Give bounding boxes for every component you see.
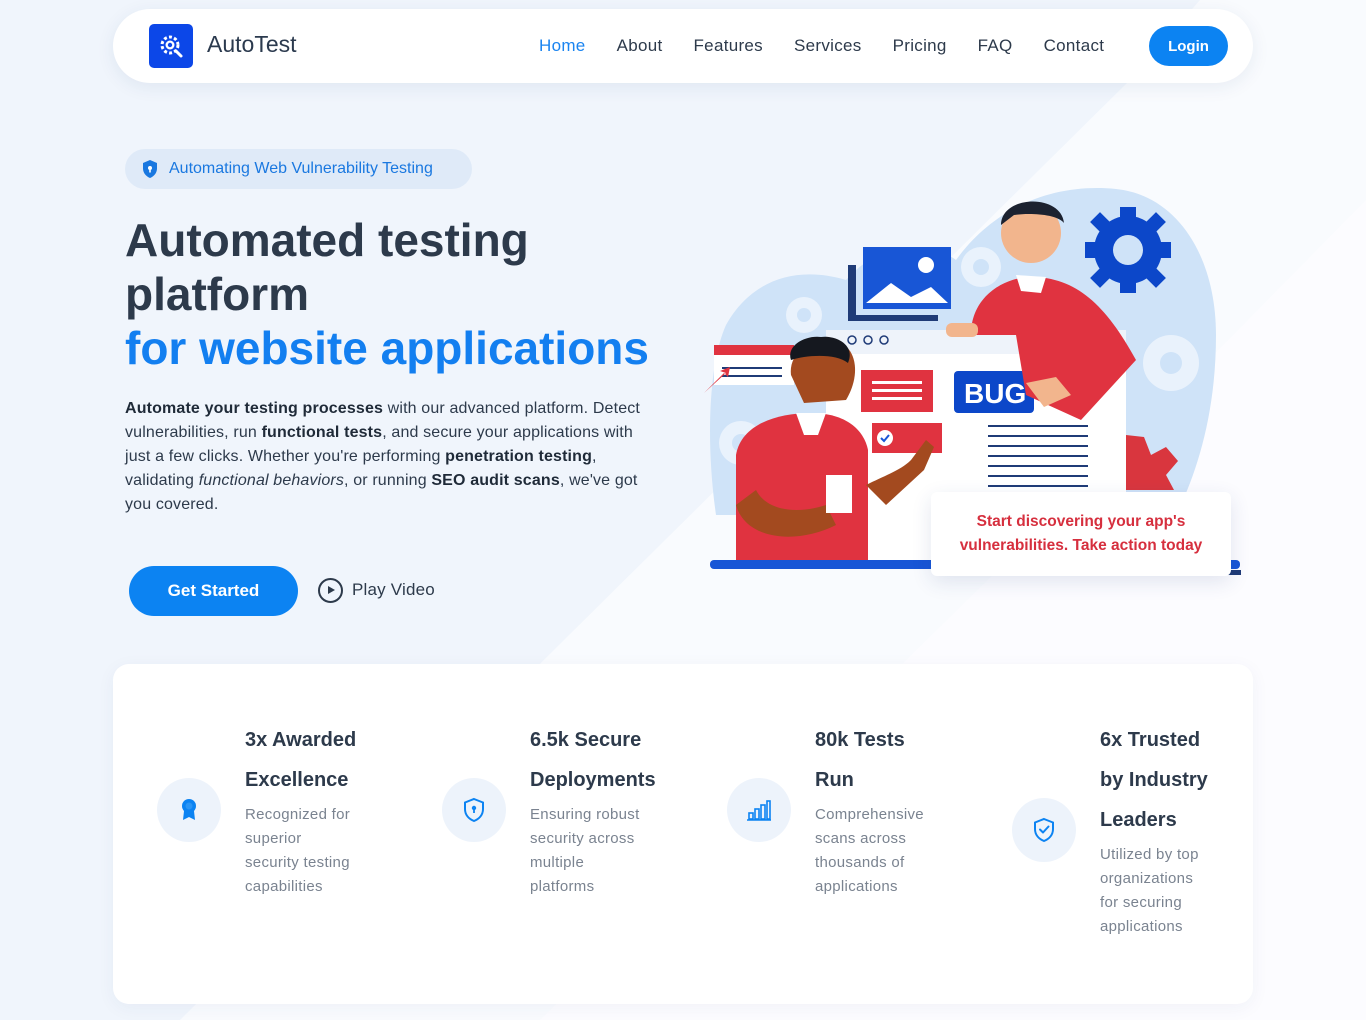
login-button[interactable]: Login	[1149, 26, 1228, 66]
desc-bold-2: functional tests	[261, 424, 383, 441]
play-video-label: Play Video	[352, 580, 435, 599]
stat-desc-line: applications	[1100, 918, 1183, 935]
callout-text: Start discovering your app's vulnerabili…	[959, 513, 1203, 554]
stat-desc-line: organizations	[1100, 870, 1194, 887]
brand-name[interactable]: AutoTest	[207, 31, 297, 58]
stat-desc-line: thousands of	[815, 854, 905, 871]
stat-desc-line: Comprehensive	[815, 806, 924, 823]
stat-title-line: Leaders	[1100, 809, 1177, 831]
nav-link-faq[interactable]: FAQ	[978, 36, 1013, 56]
stat-desc-line: security testing	[245, 854, 350, 871]
stat-desc-line: multiple	[530, 854, 585, 871]
desc-bold-5: SEO audit scans	[431, 472, 560, 489]
nav-link-features[interactable]: Features	[694, 36, 764, 56]
navbar: AutoTest Home About Features Services Pr…	[113, 9, 1253, 83]
stat-title: 3x Awarded Excellence	[245, 720, 445, 800]
play-video-button[interactable]: Play Video	[318, 577, 435, 603]
stat-desc-line: superior	[245, 830, 302, 847]
shield-check-icon	[1012, 798, 1076, 862]
get-started-button[interactable]: Get Started	[129, 566, 298, 616]
nav-link-about[interactable]: About	[617, 36, 663, 56]
hero-title-line1: Automated testing	[125, 214, 529, 266]
stat-title-line: Excellence	[245, 769, 349, 791]
hero-badge: Automating Web Vulnerability Testing	[125, 149, 472, 189]
desc-bold-3: penetration testing	[445, 448, 592, 465]
stat-desc: Ensuring robust security across multiple…	[530, 803, 690, 899]
hero-title-line3: for website applications	[125, 322, 649, 374]
desc-text-4: , or running	[344, 472, 432, 489]
nav-link-contact[interactable]: Contact	[1044, 36, 1105, 56]
hero-title: Automated testing platform for website a…	[125, 213, 685, 375]
stat-desc: Comprehensive scans across thousands of …	[815, 803, 975, 899]
stat-desc: Utilized by top organizations for securi…	[1100, 843, 1260, 939]
stat-desc-line: security across	[530, 830, 635, 847]
callout-card: Start discovering your app's vulnerabili…	[931, 492, 1231, 576]
badge-label: Automating Web Vulnerability Testing	[169, 160, 433, 177]
stat-title-line: Run	[815, 769, 854, 791]
bug-label: BUG	[964, 378, 1026, 409]
desc-italic-4: functional behaviors	[198, 472, 345, 489]
nav-link-services[interactable]: Services	[794, 36, 862, 56]
stat-desc-line: scans across	[815, 830, 907, 847]
stat-desc-line: Utilized by top	[1100, 846, 1199, 863]
nav-link-home[interactable]: Home	[539, 36, 586, 56]
bar-chart-icon	[727, 778, 791, 842]
stat-title-line: 6x Trusted	[1100, 729, 1201, 751]
hero-title-line2: platform	[125, 268, 309, 320]
stat-title-line: by Industry	[1100, 769, 1208, 791]
stat-title: 6x Trusted by Industry Leaders	[1100, 720, 1300, 840]
stat-title-line: 3x Awarded	[245, 729, 357, 751]
stat-desc-line: Recognized for	[245, 806, 351, 823]
hero-description: Automate your testing processes with our…	[125, 397, 660, 517]
stat-desc-line: for securing	[1100, 894, 1182, 911]
stat-desc-line: platforms	[530, 878, 595, 895]
play-icon	[318, 577, 343, 603]
stats-card: 3x Awarded Excellence Recognized for sup…	[113, 664, 1253, 1004]
stat-title-line: 80k Tests	[815, 729, 905, 751]
stat-desc: Recognized for superior security testing…	[245, 803, 405, 899]
desc-bold-1: Automate your testing processes	[125, 400, 384, 417]
nav-link-pricing[interactable]: Pricing	[893, 36, 947, 56]
gear-search-icon	[160, 35, 183, 58]
stat-title-line: 6.5k Secure	[530, 729, 642, 751]
stat-title: 80k Tests Run	[815, 720, 1015, 800]
nav-links: Home About Features Services Pricing FAQ…	[539, 9, 1135, 83]
stat-title-line: Deployments	[530, 769, 656, 791]
stat-desc-line: Ensuring robust	[530, 806, 640, 823]
award-icon	[157, 778, 221, 842]
stat-desc-line: capabilities	[245, 878, 323, 895]
stat-title: 6.5k Secure Deployments	[530, 720, 730, 800]
stat-desc-line: applications	[815, 878, 898, 895]
logo[interactable]	[149, 24, 193, 68]
shield-icon	[442, 778, 506, 842]
shield-icon	[143, 160, 157, 178]
